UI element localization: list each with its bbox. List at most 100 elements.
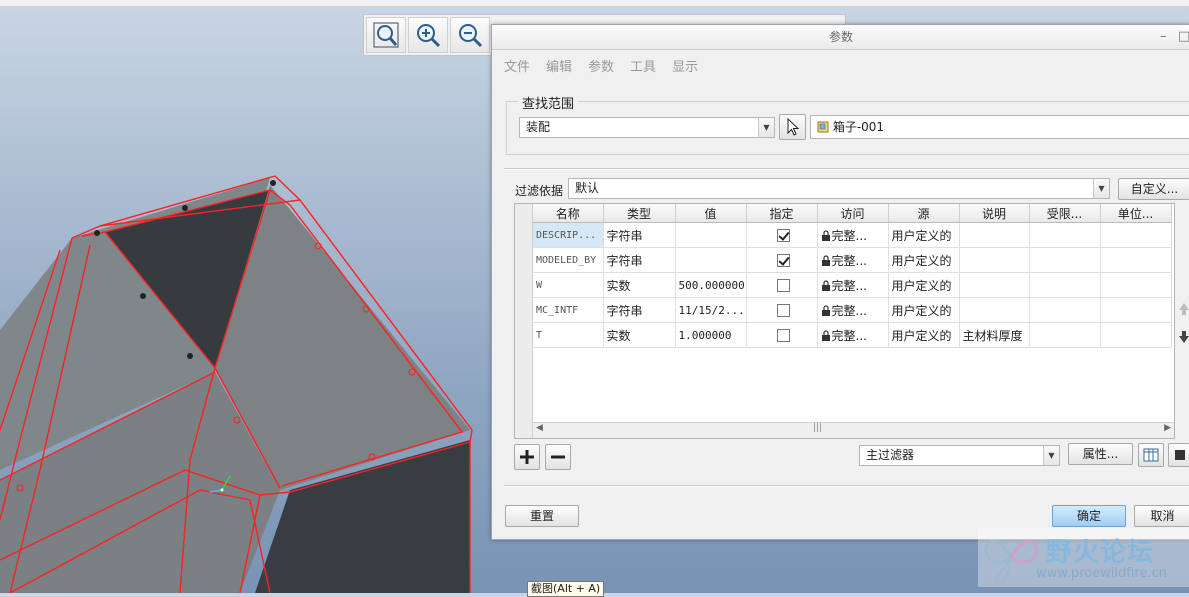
cell-access[interactable]: 完整... bbox=[817, 272, 889, 298]
menu-file[interactable]: 文件 bbox=[504, 56, 530, 75]
add-parameter-button[interactable] bbox=[514, 444, 540, 470]
remove-parameter-button[interactable] bbox=[545, 444, 571, 470]
cell-value[interactable]: 500.000000 bbox=[675, 272, 747, 298]
col-designated[interactable]: 指定 bbox=[746, 204, 818, 223]
maximize-button[interactable]: □ bbox=[1178, 25, 1189, 49]
menu-tools[interactable]: 工具 bbox=[630, 56, 656, 75]
table-row[interactable]: MODELED_BY 字符串 完整... 用户定义的 bbox=[533, 247, 1172, 273]
box-model bbox=[0, 175, 473, 593]
cell-restricted[interactable] bbox=[1029, 247, 1101, 273]
col-description[interactable]: 说明 bbox=[959, 204, 1030, 223]
cell-restricted[interactable] bbox=[1029, 222, 1101, 248]
scope-select[interactable]: 装配 ▼ bbox=[519, 117, 775, 138]
scroll-right-icon[interactable]: ▶ bbox=[1164, 423, 1171, 433]
cell-restricted[interactable] bbox=[1029, 322, 1101, 348]
menu-parameters[interactable]: 参数 bbox=[588, 56, 614, 75]
cell-type[interactable]: 实数 bbox=[603, 272, 676, 298]
cell-restricted[interactable] bbox=[1029, 272, 1101, 298]
cell-access[interactable]: 完整... bbox=[817, 297, 889, 323]
cell-description[interactable] bbox=[959, 272, 1030, 298]
cell-units[interactable] bbox=[1100, 297, 1172, 323]
cell-description[interactable] bbox=[959, 247, 1030, 273]
move-up-icon bbox=[1179, 303, 1189, 315]
cell-type[interactable]: 实数 bbox=[603, 322, 676, 348]
object-select[interactable]: 箱子-001 bbox=[810, 115, 1189, 139]
table-columns-button[interactable] bbox=[1138, 443, 1164, 467]
cell-units[interactable] bbox=[1100, 272, 1172, 298]
cell-name[interactable]: T bbox=[533, 322, 604, 348]
cell-source[interactable]: 用户定义的 bbox=[888, 322, 960, 348]
cell-name[interactable]: DESCRIP... bbox=[533, 222, 604, 248]
table-row[interactable]: T 实数 1.000000 完整... 用户定义的 主材料厚度 bbox=[533, 322, 1172, 348]
cell-designated bbox=[746, 247, 818, 273]
cell-source[interactable]: 用户定义的 bbox=[888, 272, 960, 298]
reset-button[interactable]: 重置 bbox=[505, 505, 579, 527]
cell-type[interactable]: 字符串 bbox=[603, 297, 676, 323]
ok-button[interactable]: 确定 bbox=[1052, 505, 1126, 527]
cell-units[interactable] bbox=[1100, 322, 1172, 348]
lock-icon bbox=[821, 255, 830, 266]
designated-checkbox[interactable] bbox=[776, 304, 790, 317]
cell-restricted[interactable] bbox=[1029, 297, 1101, 323]
col-value[interactable]: 值 bbox=[675, 204, 747, 223]
table-export-button[interactable] bbox=[1168, 443, 1189, 467]
filter-select[interactable]: 默认 ▼ bbox=[568, 178, 1110, 199]
cell-name[interactable]: W bbox=[533, 272, 604, 298]
table-row[interactable]: DESCRIP... 字符串 完整... 用户定义的 bbox=[533, 222, 1172, 248]
col-units[interactable]: 单位... bbox=[1100, 204, 1172, 223]
cancel-button[interactable]: 取消 bbox=[1134, 505, 1189, 527]
zoom-in-button[interactable] bbox=[408, 17, 448, 53]
col-source[interactable]: 源 bbox=[888, 204, 960, 223]
zoom-window-button[interactable] bbox=[366, 17, 406, 53]
main-filter-select[interactable]: 主过滤器 ▼ bbox=[859, 445, 1060, 466]
designated-checkbox[interactable] bbox=[776, 254, 790, 267]
table-row[interactable]: MC_INTF 字符串 11/15/2... 完整... 用户定义的 bbox=[533, 297, 1172, 323]
cell-source[interactable]: 用户定义的 bbox=[888, 297, 960, 323]
customize-button[interactable]: 自定义... bbox=[1118, 178, 1189, 200]
cell-description[interactable]: 主材料厚度 bbox=[959, 322, 1030, 348]
col-access[interactable]: 访问 bbox=[817, 204, 889, 223]
properties-button[interactable]: 属性... bbox=[1068, 443, 1133, 465]
cell-value[interactable] bbox=[675, 247, 747, 273]
cell-value[interactable]: 11/15/2... bbox=[675, 297, 747, 323]
cell-access[interactable]: 完整... bbox=[817, 322, 889, 348]
minus-icon bbox=[551, 455, 565, 459]
access-text: 完整... bbox=[831, 328, 867, 343]
divider bbox=[504, 485, 1189, 487]
col-restricted[interactable]: 受限... bbox=[1029, 204, 1101, 223]
plus-icon bbox=[520, 450, 534, 464]
cell-name[interactable]: MODELED_BY bbox=[533, 247, 604, 273]
cell-units[interactable] bbox=[1100, 222, 1172, 248]
zoom-window-icon bbox=[373, 22, 399, 48]
minimize-button[interactable]: – bbox=[1160, 25, 1167, 49]
cell-designated bbox=[746, 272, 818, 298]
lock-icon bbox=[821, 230, 830, 241]
cell-designated bbox=[746, 222, 818, 248]
scroll-left-icon[interactable]: ◀ bbox=[536, 423, 543, 433]
cell-value[interactable] bbox=[675, 222, 747, 248]
zoom-out-button[interactable] bbox=[450, 17, 490, 53]
menu-display[interactable]: 显示 bbox=[672, 56, 698, 75]
cell-type[interactable]: 字符串 bbox=[603, 247, 676, 273]
cell-access[interactable]: 完整... bbox=[817, 247, 889, 273]
cell-type[interactable]: 字符串 bbox=[603, 222, 676, 248]
table-row[interactable]: W 实数 500.000000 完整... 用户定义的 bbox=[533, 272, 1172, 298]
horizontal-scrollbar[interactable]: ◀ ||| ▶ bbox=[533, 422, 1174, 438]
designated-checkbox[interactable] bbox=[776, 229, 790, 242]
designated-checkbox[interactable] bbox=[776, 329, 790, 342]
cell-description[interactable] bbox=[959, 297, 1030, 323]
menu-edit[interactable]: 编辑 bbox=[546, 56, 572, 75]
cell-name[interactable]: MC_INTF bbox=[533, 297, 604, 323]
cell-units[interactable] bbox=[1100, 247, 1172, 273]
designated-checkbox[interactable] bbox=[776, 279, 790, 292]
col-name[interactable]: 名称 bbox=[533, 204, 604, 223]
cell-source[interactable]: 用户定义的 bbox=[888, 222, 960, 248]
search-scope-label: 查找范围 bbox=[518, 93, 579, 112]
col-type[interactable]: 类型 bbox=[603, 204, 676, 223]
cell-description[interactable] bbox=[959, 222, 1030, 248]
select-object-button[interactable] bbox=[779, 114, 806, 140]
cell-value[interactable]: 1.000000 bbox=[675, 322, 747, 348]
menu-bar: 文件 编辑 参数 工具 显示 bbox=[492, 50, 1189, 80]
cell-source[interactable]: 用户定义的 bbox=[888, 247, 960, 273]
cell-access[interactable]: 完整... bbox=[817, 222, 889, 248]
